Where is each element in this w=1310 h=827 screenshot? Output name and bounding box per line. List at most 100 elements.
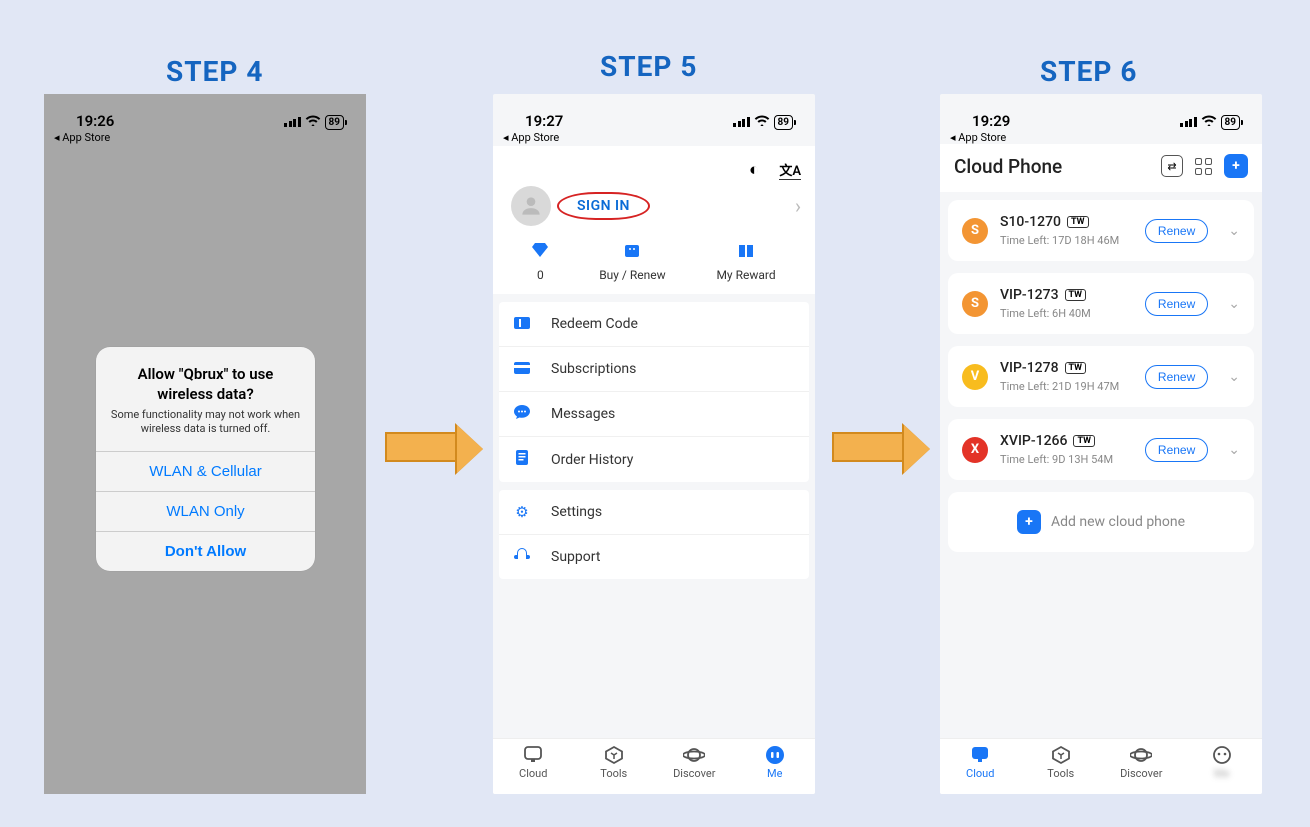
me-icon [735,745,816,767]
wifi-icon [1201,114,1217,130]
buy-renew-button[interactable]: Buy / Renew [599,242,665,282]
device-badge: V [962,364,988,390]
device-card[interactable]: V VIP-1278 TW Time Left: 21D 19H 47M Renew ⌄ [948,346,1254,407]
gift-icon [716,242,775,264]
tab-cloud[interactable]: Cloud [493,739,574,794]
profile-header: ◐ 文A SIGN IN › 0 Buy / Renew [493,146,815,294]
renew-button[interactable]: Renew [1145,219,1208,243]
battery-icon: 89 [325,115,344,130]
discover-icon [1101,745,1182,767]
diamond-count: 0 [532,268,548,282]
my-reward-button[interactable]: My Reward [716,242,775,282]
language-icon[interactable]: 文A [779,160,801,180]
wireless-data-dialog: Allow "Qbrux" to use wireless data? Some… [96,347,315,571]
chevron-down-icon[interactable]: ⌄ [1228,296,1240,312]
wlan-only-button[interactable]: WLAN Only [96,491,315,531]
device-badge: S [962,291,988,317]
region-badge: TW [1067,216,1089,228]
tab-discover[interactable]: Discover [1101,739,1182,794]
tools-icon [574,745,655,767]
chevron-down-icon[interactable]: ⌄ [1228,369,1240,385]
chat-icon [513,405,531,423]
page-title: Cloud Phone [954,155,1062,178]
cloud-icon [940,745,1021,767]
tab-tools[interactable]: Tools [574,739,655,794]
discover-icon [654,745,735,767]
time-left: Time Left: 6H 40M [1000,307,1133,320]
document-icon [513,450,531,469]
bag-icon [599,242,665,264]
chevron-down-icon[interactable]: ⌄ [1228,223,1240,239]
device-card[interactable]: XXVIP-1266TWTime Left: 9D 13H 54MRenew⌄ [948,419,1254,480]
phone-step-5: 19:27 89 ◂ App Store ◐ 文A SIGN IN › [493,94,815,794]
sign-in-row[interactable]: SIGN IN › [507,186,801,226]
chevron-down-icon[interactable]: ⌄ [1228,442,1240,458]
back-to-appstore[interactable]: ◂ App Store [940,131,1262,144]
tab-bar: Cloud Tools Discover Me [493,738,815,794]
diamonds-button[interactable]: 0 [532,242,548,282]
arrow-step-5-to-6 [832,432,904,462]
chevron-right-icon: › [795,194,801,218]
status-bar: 19:27 89 [493,94,815,132]
add-button[interactable]: + [1224,154,1248,178]
renew-button[interactable]: Renew [1145,438,1208,462]
device-name: S10-1270 [1000,214,1061,230]
signal-icon [284,117,301,127]
dialog-title: Allow "Qbrux" to use wireless data? [110,365,301,404]
step-5-title: STEP 5 [600,50,697,83]
support-row[interactable]: Support [499,535,809,579]
region-badge: TW [1065,362,1087,374]
device-name: VIP-1273 [1000,287,1059,303]
subscriptions-row[interactable]: Subscriptions [499,347,809,392]
renew-button[interactable]: Renew [1145,365,1208,389]
device-name: VIP-1278 [1000,360,1059,376]
device-badge: X [962,437,988,463]
tab-cloud[interactable]: Cloud [940,739,1021,794]
phone-step-6: 19:29 89 ◂ App Store Cloud Phone ⇄ + S S1… [940,94,1262,794]
arrow-step-4-to-5 [385,432,457,462]
support-icon [513,548,531,566]
tab-tools[interactable]: Tools [1021,739,1102,794]
device-card[interactable]: S VIP-1273 TW Time Left: 6H 40M Renew ⌄ [948,273,1254,334]
wifi-icon [305,114,321,130]
tab-discover[interactable]: Discover [654,739,735,794]
time-left: Time Left: 21D 19H 47M [1000,380,1133,393]
cloud-phone-header: Cloud Phone ⇄ + [940,144,1262,192]
plus-icon: + [1017,510,1041,534]
diamond-icon [532,242,548,264]
battery-icon: 89 [1221,115,1240,130]
add-cloud-phone-card[interactable]: +Add new cloud phone [948,492,1254,552]
dont-allow-button[interactable]: Don't Allow [96,531,315,571]
back-to-appstore[interactable]: ◂ App Store [44,131,366,144]
sign-in-button[interactable]: SIGN IN [557,192,650,220]
swap-icon[interactable]: ⇄ [1161,155,1183,177]
back-to-appstore[interactable]: ◂ App Store [493,131,815,144]
time-left: Time Left: 17D 18H 46M [1000,234,1133,247]
clock: 19:27 [525,112,563,130]
avatar-icon [511,186,551,226]
order-history-row[interactable]: Order History [499,437,809,482]
region-badge: TW [1065,289,1087,301]
status-bar: 19:26 89 [44,94,366,132]
status-bar: 19:29 89 [940,94,1262,132]
me-icon [1182,745,1263,767]
tools-icon [1021,745,1102,767]
signal-icon [733,117,750,127]
battery-icon: 89 [774,115,793,130]
cloud-icon [493,745,574,767]
wlan-cellular-button[interactable]: WLAN & Cellular [96,451,315,491]
messages-row[interactable]: Messages [499,392,809,437]
card-icon [513,360,531,378]
grid-view-icon[interactable] [1195,158,1212,175]
device-card[interactable]: SS10-1270TWTime Left: 17D 18H 46MRenew⌄ [948,200,1254,261]
settings-row[interactable]: ⚙Settings [499,490,809,535]
renew-button[interactable]: Renew [1145,292,1208,316]
tab-me[interactable]: Me [735,739,816,794]
ticket-icon [513,315,531,333]
device-name: XVIP-1266 [1000,433,1067,449]
device-list: SS10-1270TWTime Left: 17D 18H 46MRenew⌄S… [940,192,1262,560]
dark-mode-icon[interactable]: ◐ [749,160,759,180]
redeem-code-row[interactable]: Redeem Code [499,302,809,347]
tab-bar: Cloud Tools Discover Me [940,738,1262,794]
tab-me[interactable]: Me [1182,739,1263,794]
